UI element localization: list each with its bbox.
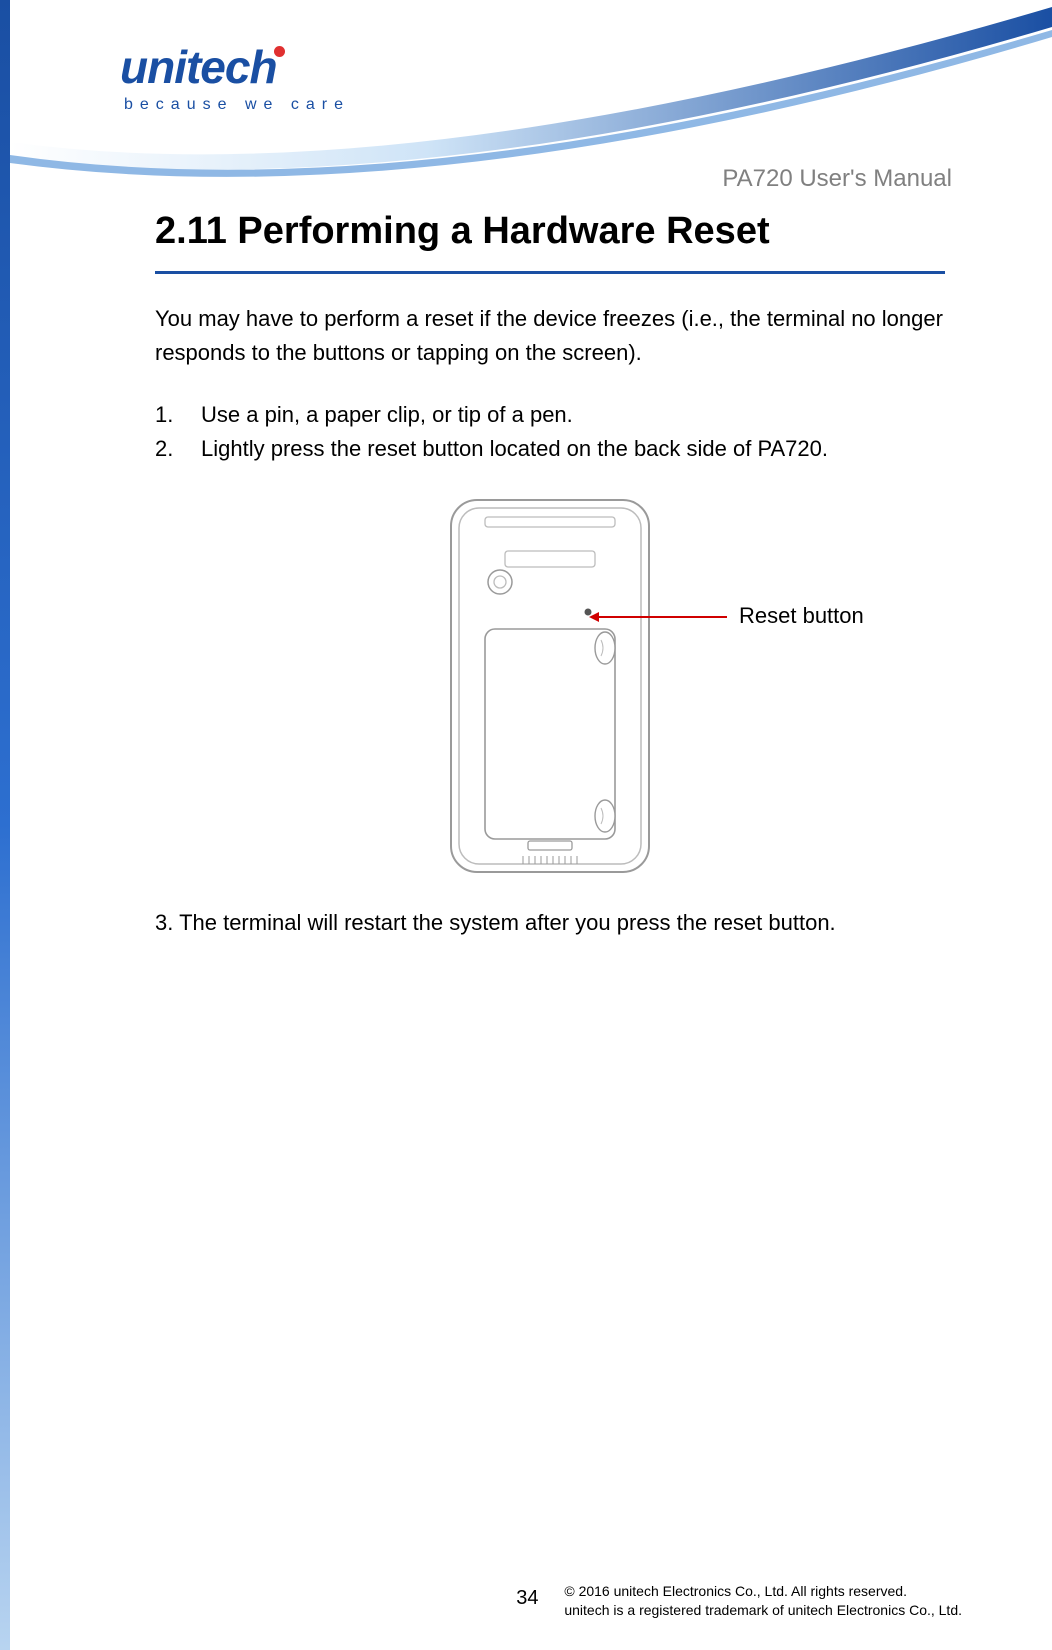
step-3-text: 3. The terminal will restart the system … [155, 906, 945, 940]
device-back-icon [445, 496, 655, 876]
step-number: 2. [155, 432, 201, 466]
logo-tagline: because we care [124, 96, 350, 114]
logo-text: unitech [120, 41, 277, 93]
step-text: Use a pin, a paper clip, or tip of a pen… [201, 398, 573, 432]
steps-list: 1. Use a pin, a paper clip, or tip of a … [155, 398, 945, 466]
logo: unitech because we care [120, 40, 350, 114]
page: unitech because we care PA720 User's Man… [0, 0, 1052, 1650]
page-footer: 34 © 2016 unitech Electronics Co., Ltd. … [516, 1582, 962, 1620]
section-heading: 2.11 Performing a Hardware Reset [155, 210, 945, 253]
intro-paragraph: You may have to perform a reset if the d… [155, 302, 945, 370]
copyright-line-2: unitech is a registered trademark of uni… [564, 1602, 962, 1618]
content-area: 2.11 Performing a Hardware Reset You may… [155, 210, 945, 940]
callout-arrow-icon [591, 616, 727, 618]
page-header: unitech because we care PA720 User's Man… [0, 0, 1052, 200]
heading-underline [155, 271, 945, 274]
copyright-block: © 2016 unitech Electronics Co., Ltd. All… [564, 1582, 962, 1620]
callout-label: Reset button [739, 603, 864, 629]
device-figure: Reset button [155, 496, 945, 886]
step-text: Lightly press the reset button located o… [201, 432, 828, 466]
logo-dot-icon [274, 46, 285, 57]
left-decorative-stripe [0, 0, 10, 1650]
step-item: 2. Lightly press the reset button locate… [155, 432, 945, 466]
step-number: 1. [155, 398, 201, 432]
page-number: 34 [516, 1587, 538, 1610]
copyright-line-1: © 2016 unitech Electronics Co., Ltd. All… [564, 1583, 907, 1599]
logo-wordmark: unitech [120, 40, 350, 94]
document-title: PA720 User's Manual [722, 165, 952, 193]
step-item: 1. Use a pin, a paper clip, or tip of a … [155, 398, 945, 432]
